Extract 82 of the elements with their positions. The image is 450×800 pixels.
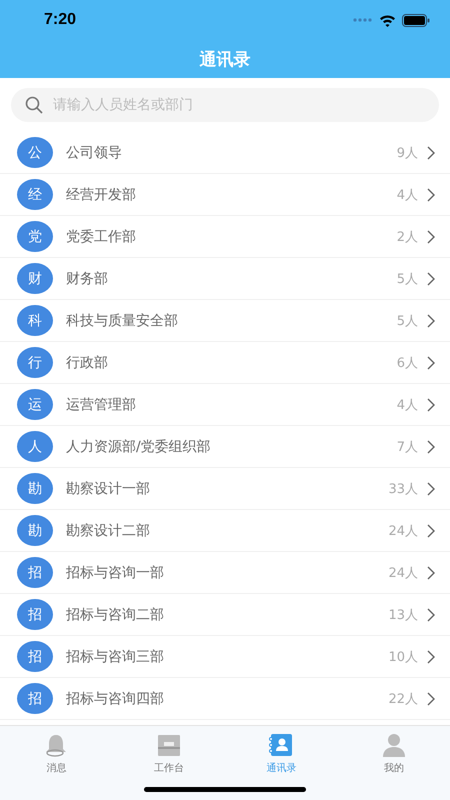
department-name: 科技与质量安全部	[66, 312, 179, 330]
search-field[interactable]: 请输入人员姓名或部门	[11, 88, 439, 122]
page-title: 通讯录	[200, 48, 250, 70]
chevron-icon	[427, 188, 435, 202]
person-icon	[380, 732, 407, 758]
member-count: 4人	[396, 186, 418, 204]
department-item[interactable]: 勘 勘察设计一部 33人	[0, 468, 450, 510]
department-item[interactable]: 招 招标与咨询四部 22人	[0, 678, 450, 720]
department-name: 招标与咨询二部	[66, 606, 165, 624]
signal-icon	[353, 18, 373, 22]
department-item[interactable]: 招 招标与咨询二部 13人	[0, 594, 450, 636]
department-badge: 运	[17, 389, 53, 420]
chevron-icon	[427, 650, 435, 664]
department-badge: 人	[17, 431, 53, 462]
chevron-icon	[427, 230, 435, 244]
chevron-icon	[427, 440, 435, 454]
member-count: 24人	[388, 522, 418, 540]
member-count: 5人	[396, 270, 418, 288]
member-count: 7人	[396, 438, 418, 456]
battery-icon	[402, 14, 430, 26]
member-count: 5人	[396, 312, 418, 330]
department-badge: 行	[17, 347, 53, 378]
member-count: 4人	[396, 396, 418, 414]
department-item[interactable]: 勘 勘察设计二部 24人	[0, 510, 450, 552]
department-item[interactable]: 人 人力资源部/党委组织部 7人	[0, 426, 450, 468]
department-item[interactable]: 招 招标与咨询三部 10人	[0, 636, 450, 678]
chevron-icon	[427, 398, 435, 412]
department-name: 勘察设计二部	[66, 522, 151, 540]
department-badge: 招	[17, 557, 53, 588]
department-name: 勘察设计一部	[66, 480, 151, 498]
member-count: 10人	[388, 648, 418, 666]
tab[interactable]: 我的	[338, 732, 450, 775]
tab[interactable]: 消息	[0, 732, 112, 775]
status-time: 7:20	[44, 11, 76, 29]
member-count: 2人	[396, 228, 418, 246]
department-badge: 招	[17, 599, 53, 630]
department-badge: 公	[17, 137, 53, 168]
department-name: 人力资源部/党委组织部	[66, 438, 212, 456]
department-name: 招标与咨询一部	[66, 564, 165, 582]
chevron-icon	[427, 146, 435, 160]
department-item[interactable]: 经 经营开发部 4人	[0, 174, 450, 216]
department-item[interactable]: 行 行政部 6人	[0, 342, 450, 384]
department-name: 公司领导	[66, 144, 123, 162]
department-name: 经营开发部	[66, 186, 137, 204]
chevron-icon	[427, 482, 435, 496]
department-item[interactable]: 财 财务部 5人	[0, 258, 450, 300]
department-name: 财务部	[66, 270, 109, 288]
department-badge: 招	[17, 641, 53, 672]
department-item[interactable]: 运 运营管理部 4人	[0, 384, 450, 426]
member-count: 22人	[388, 690, 418, 708]
department-name: 党委工作部	[66, 228, 137, 246]
department-item[interactable]: 科 科技与质量安全部 5人	[0, 300, 450, 342]
department-name: 招标与咨询三部	[66, 648, 165, 666]
department-item[interactable]: 招 招标与咨询一部 24人	[0, 552, 450, 594]
chevron-icon	[427, 314, 435, 328]
member-count: 9人	[396, 144, 418, 162]
chevron-icon	[427, 692, 435, 706]
department-badge: 勘	[17, 473, 53, 504]
department-item[interactable]: 党 党委工作部 2人	[0, 216, 450, 258]
member-count: 33人	[388, 480, 418, 498]
member-count: 6人	[396, 354, 418, 372]
chevron-icon	[427, 272, 435, 286]
contacts-book-icon	[268, 732, 294, 758]
tab[interactable]: 工作台	[112, 732, 225, 775]
department-badge: 招	[17, 683, 53, 714]
chevron-icon	[427, 356, 435, 370]
drawer-icon	[156, 732, 182, 758]
chevron-icon	[427, 608, 435, 622]
department-badge: 财	[17, 263, 53, 294]
wifi-icon	[379, 14, 396, 26]
department-badge: 经	[17, 179, 53, 210]
chevron-icon	[427, 566, 435, 580]
department-item[interactable]: 公 公司领导 9人	[0, 132, 450, 174]
department-badge: 党	[17, 221, 53, 252]
chevron-icon	[427, 524, 435, 538]
department-name: 行政部	[66, 354, 109, 372]
department-badge: 科	[17, 305, 53, 336]
department-name: 运营管理部	[66, 396, 137, 414]
member-count: 24人	[388, 564, 418, 582]
member-count: 13人	[388, 606, 418, 624]
department-name: 招标与咨询四部	[66, 690, 165, 708]
department-badge: 勘	[17, 515, 53, 546]
